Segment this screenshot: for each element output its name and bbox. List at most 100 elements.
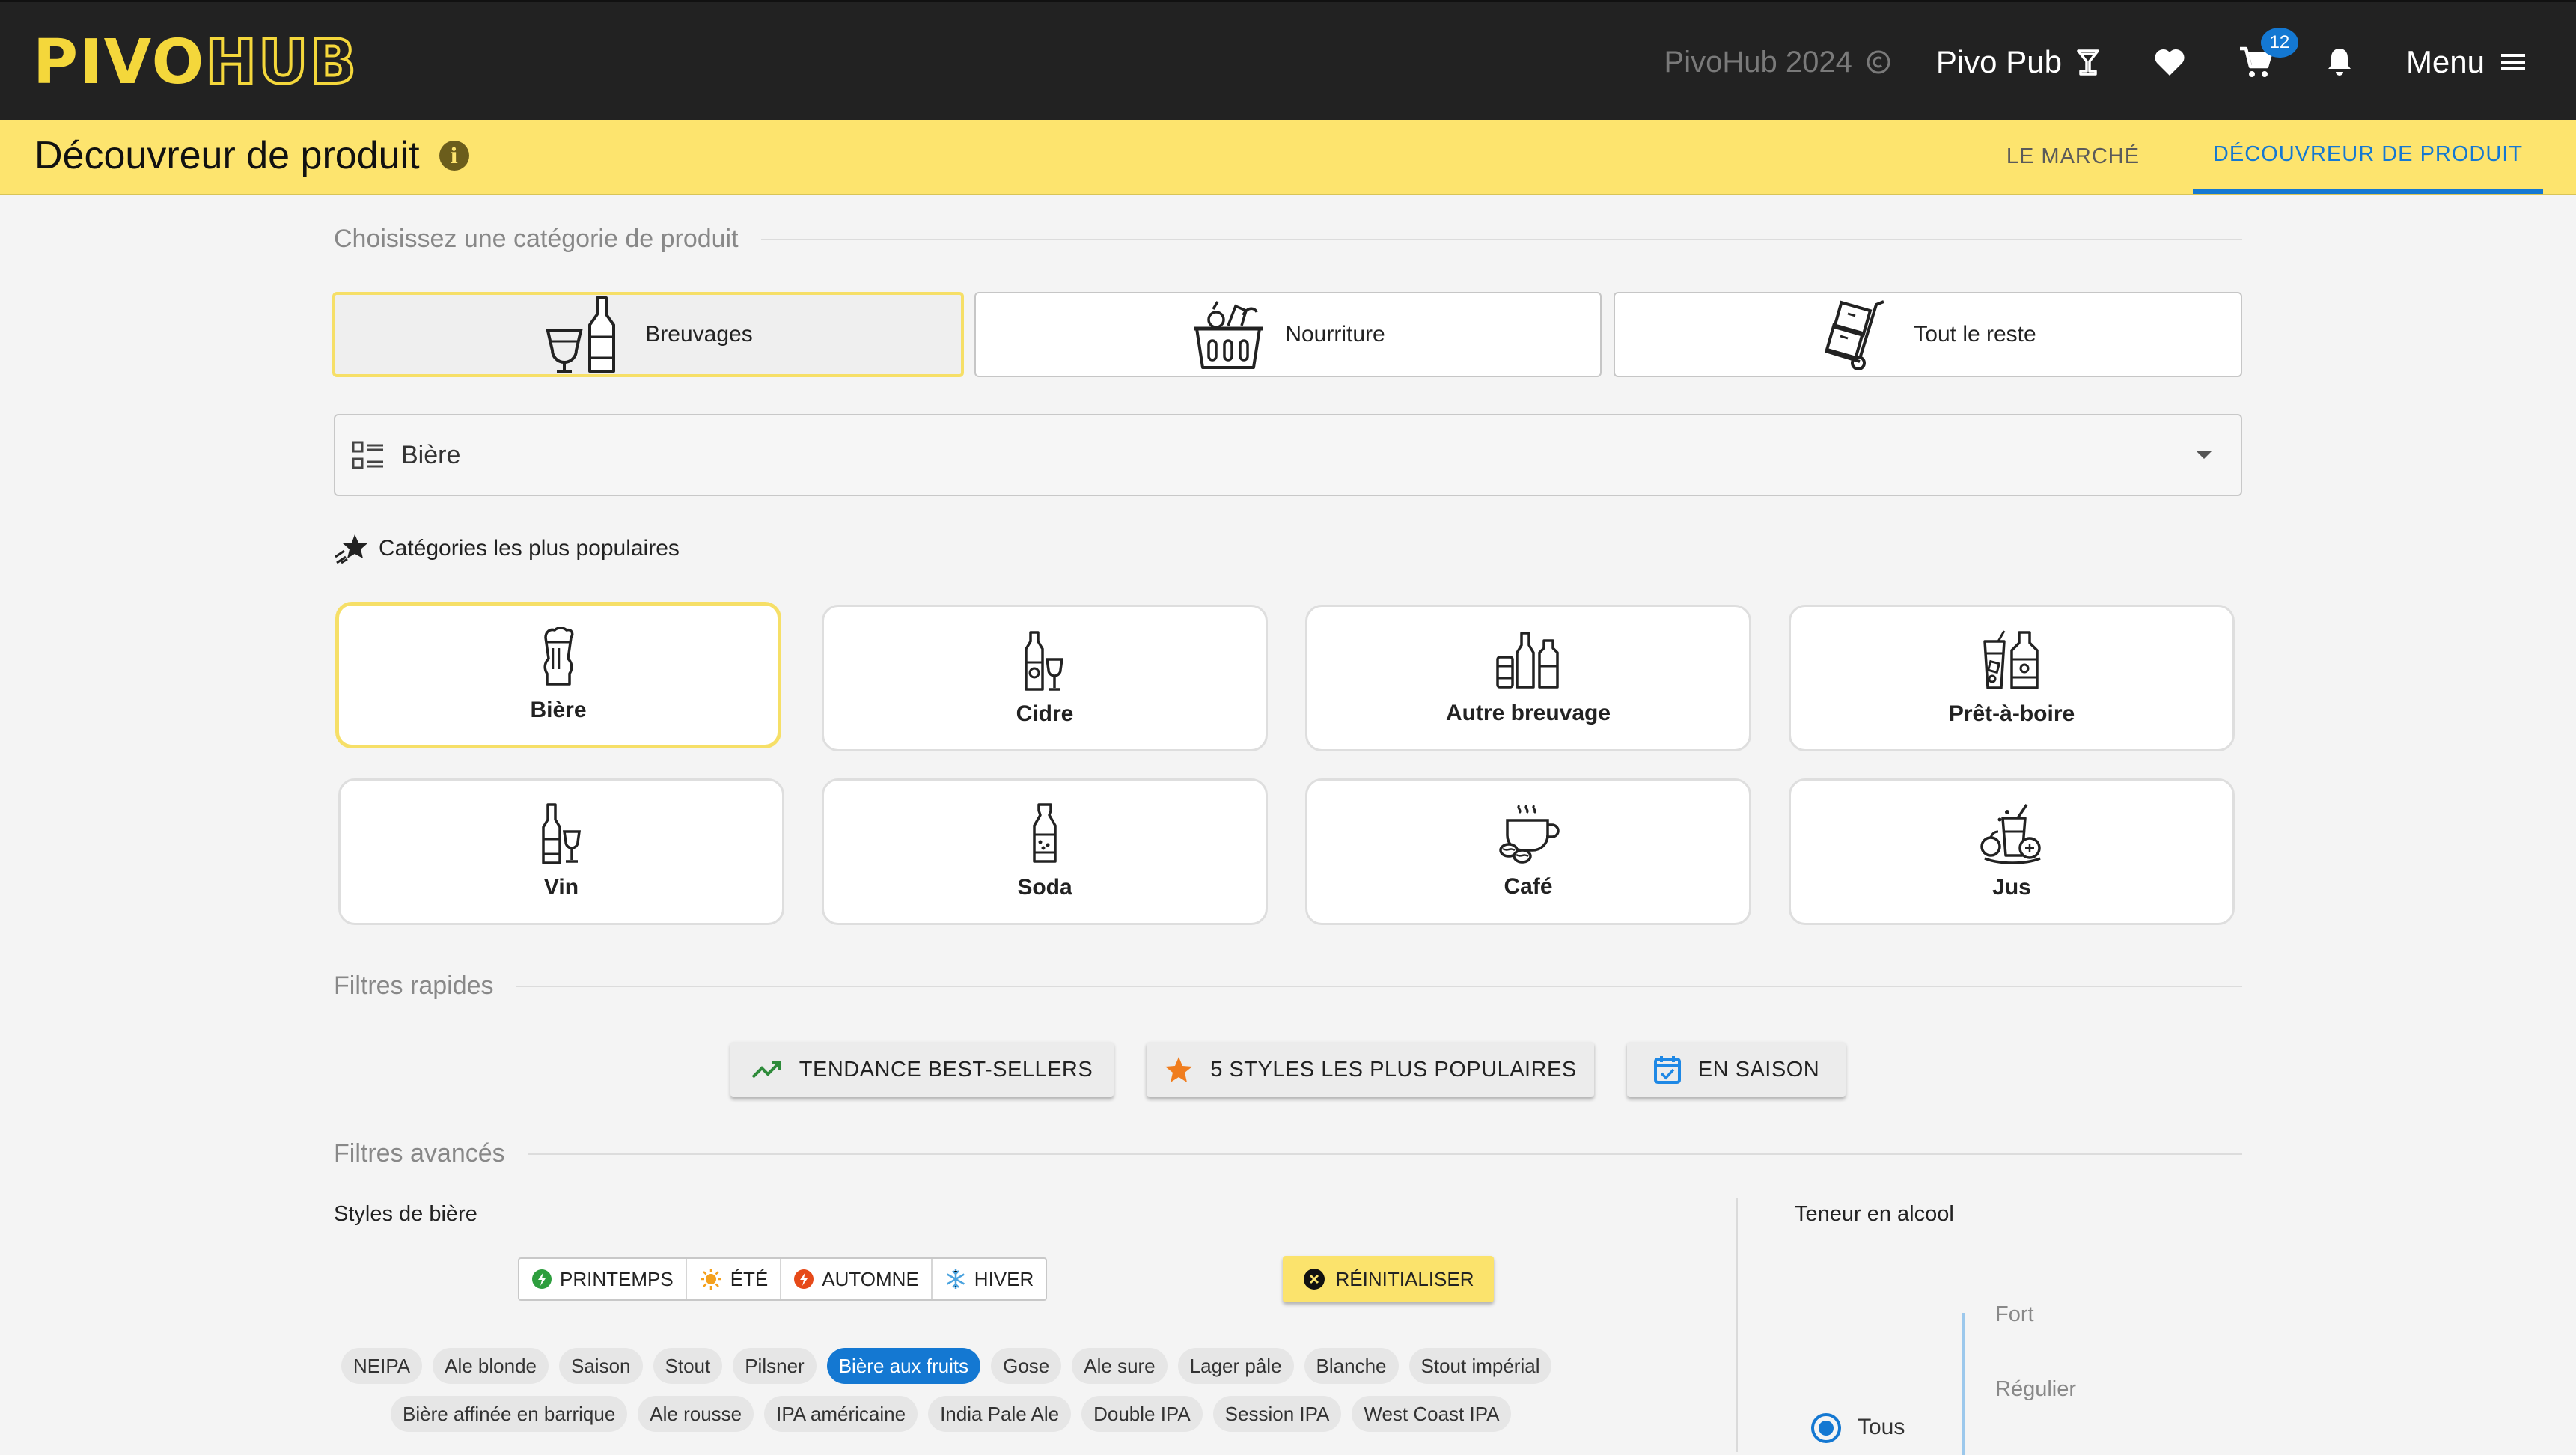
ready-to-drink-icon [1983, 630, 2039, 689]
style-chip[interactable]: Double IPA [1081, 1396, 1203, 1432]
style-chip[interactable]: Lager pâle [1177, 1348, 1294, 1384]
popular-card-label: Prêt-à-boire [1948, 701, 2075, 726]
wine-bottle-icon [546, 296, 616, 373]
star-icon [1165, 1057, 1193, 1082]
copyright-label: PivoHub 2024 [1664, 45, 1852, 79]
top-navbar: PIVO HUB PivoHub 2024 Pivo Pub 12 Menu [0, 0, 2576, 120]
style-chip[interactable]: Pilsner [733, 1348, 817, 1384]
category-section-label: Choisissez une catégorie de produit [334, 225, 2242, 254]
category-nourriture-button[interactable]: Nourriture [974, 292, 1602, 377]
popular-card-cafe[interactable]: Café [1305, 778, 1751, 925]
advanced-filters-text: Filtres avancés [334, 1139, 505, 1168]
popular-card-soda[interactable]: Soda [822, 778, 1268, 925]
season-printemps-button[interactable]: PRINTEMPS [519, 1259, 687, 1299]
style-chip[interactable]: Ale blonde [433, 1348, 549, 1384]
category-breuvages-button[interactable]: Breuvages [332, 292, 964, 377]
alcohol-content-title: Teneur en alcool [1795, 1202, 1954, 1226]
season-label: ÉTÉ [730, 1267, 769, 1290]
reset-filters-button[interactable]: RÉINITIALISER [1283, 1256, 1494, 1302]
filter-button-label: 5 STYLES LES PLUS POPULAIRES [1210, 1057, 1577, 1082]
subcategory-select[interactable]: Bière [334, 414, 2242, 496]
page-title: Découvreur de produit [34, 134, 420, 177]
style-chip[interactable]: IPA américaine [764, 1396, 918, 1432]
style-chip[interactable]: Gose [991, 1348, 1062, 1384]
popular-card-label: Jus [1992, 875, 2031, 900]
menu-button[interactable]: Menu [2406, 44, 2525, 80]
soda-bottle-icon [1033, 803, 1057, 863]
popular-card-jus[interactable]: Jus [1789, 778, 2235, 925]
alcohol-level-fort: Fort [1995, 1302, 2034, 1326]
pivohub-logo[interactable]: PIVO HUB [33, 31, 358, 95]
bell-icon [2328, 49, 2351, 76]
copyright-text: PivoHub 2024 [1664, 46, 1891, 79]
style-chip[interactable]: Saison [559, 1348, 643, 1384]
popular-card-label: Vin [543, 875, 579, 900]
beer-style-chips-row-1: NEIPA Ale blonde Saison Stout Pilsner Bi… [341, 1348, 1552, 1384]
popular-categories-label: Catégories les plus populaires [379, 536, 680, 561]
style-chip[interactable]: Blanche [1304, 1348, 1399, 1384]
cart-button[interactable]: 12 [2238, 28, 2298, 79]
season-ete-button[interactable]: ÉTÉ [687, 1259, 782, 1299]
style-chip[interactable]: India Pale Ale [928, 1396, 1072, 1432]
popular-card-biere[interactable]: Bière [335, 602, 781, 748]
chevron-down-icon [2196, 451, 2212, 459]
cider-bottle-icon [1025, 631, 1064, 691]
calendar-check-icon [1653, 1056, 1681, 1084]
category-tout-le-reste-label: Tout le reste [1914, 322, 2036, 347]
style-chip-selected[interactable]: Bière aux fruits [826, 1348, 981, 1384]
trending-up-icon [751, 1061, 781, 1079]
shooting-star-icon [335, 534, 367, 564]
style-chip[interactable]: Ale rousse [638, 1396, 754, 1432]
style-chip[interactable]: Ale sure [1072, 1348, 1168, 1384]
beer-styles-title: Styles de bière [334, 1202, 477, 1226]
snowflake-icon [946, 1269, 965, 1289]
beer-glass-icon [543, 627, 574, 686]
heart-icon [2155, 49, 2185, 76]
tab-decouvreur-de-produit[interactable]: DÉCOUVREUR DE PRODUIT [2193, 120, 2543, 194]
pub-selector[interactable]: Pivo Pub [1936, 44, 2101, 80]
radio-tous-label: Tous [1858, 1415, 1905, 1439]
section-divider [760, 238, 2242, 240]
season-label: AUTOMNE [822, 1267, 919, 1290]
alcohol-slider-track[interactable] [1962, 1313, 1965, 1455]
style-chip[interactable]: Bière affinée en barrique [391, 1396, 628, 1432]
favorites-button[interactable] [2153, 47, 2186, 77]
notifications-button[interactable] [2325, 46, 2354, 78]
popular-card-vin[interactable]: Vin [338, 778, 784, 925]
style-chip[interactable]: NEIPA [341, 1348, 423, 1384]
season-toggle-group: PRINTEMPS ÉTÉ AUTOMNE HIVER [518, 1257, 1048, 1301]
popular-card-autre-breuvage[interactable]: Autre breuvage [1305, 605, 1751, 751]
section-divider [516, 985, 2242, 987]
style-chip[interactable]: Session IPA [1212, 1396, 1342, 1432]
popular-card-cidre[interactable]: Cidre [822, 605, 1268, 751]
sun-icon [700, 1269, 721, 1290]
info-icon[interactable]: i [439, 141, 469, 171]
category-tout-le-reste-button[interactable]: Tout le reste [1614, 292, 2242, 377]
tab-le-marche[interactable]: LE MARCHÉ [1976, 120, 2170, 194]
cart-count-badge: 12 [2260, 28, 2298, 58]
popular-categories-title: Catégories les plus populaires [334, 533, 680, 564]
hamburger-icon [2501, 54, 2525, 70]
season-hiver-button[interactable]: HIVER [933, 1259, 1046, 1299]
style-chip[interactable]: West Coast IPA [1352, 1396, 1512, 1432]
season-automne-button[interactable]: AUTOMNE [781, 1259, 933, 1299]
advanced-filters-section-label: Filtres avancés [334, 1139, 2242, 1168]
style-chip[interactable]: Stout impérial [1408, 1348, 1552, 1384]
popular-card-label: Bière [530, 698, 587, 722]
filter-tendance-best-sellers-button[interactable]: TENDANCE BEST-SELLERS [730, 1042, 1114, 1097]
quick-filters-section-label: Filtres rapides [334, 971, 2242, 1001]
season-label: PRINTEMPS [560, 1267, 674, 1290]
filter-5-styles-populaires-button[interactable]: 5 STYLES LES PLUS POPULAIRES [1147, 1042, 1594, 1097]
list-icon [352, 441, 383, 469]
page-title-group: Découvreur de produit i [34, 133, 469, 178]
logo-text-hub: HUB [204, 27, 358, 98]
coffee-cup-icon [1499, 804, 1560, 864]
radio-tous[interactable] [1811, 1413, 1841, 1443]
filter-en-saison-button[interactable]: EN SAISON [1627, 1042, 1846, 1097]
popular-card-pret-a-boire[interactable]: Prêt-à-boire [1789, 605, 2235, 751]
category-breuvages-label: Breuvages [645, 322, 753, 347]
copyright-icon [1867, 50, 1890, 74]
style-chip[interactable]: Stout [653, 1348, 723, 1384]
logo-text-pivo: PIVO [33, 27, 206, 98]
popular-card-label: Café [1504, 874, 1553, 899]
